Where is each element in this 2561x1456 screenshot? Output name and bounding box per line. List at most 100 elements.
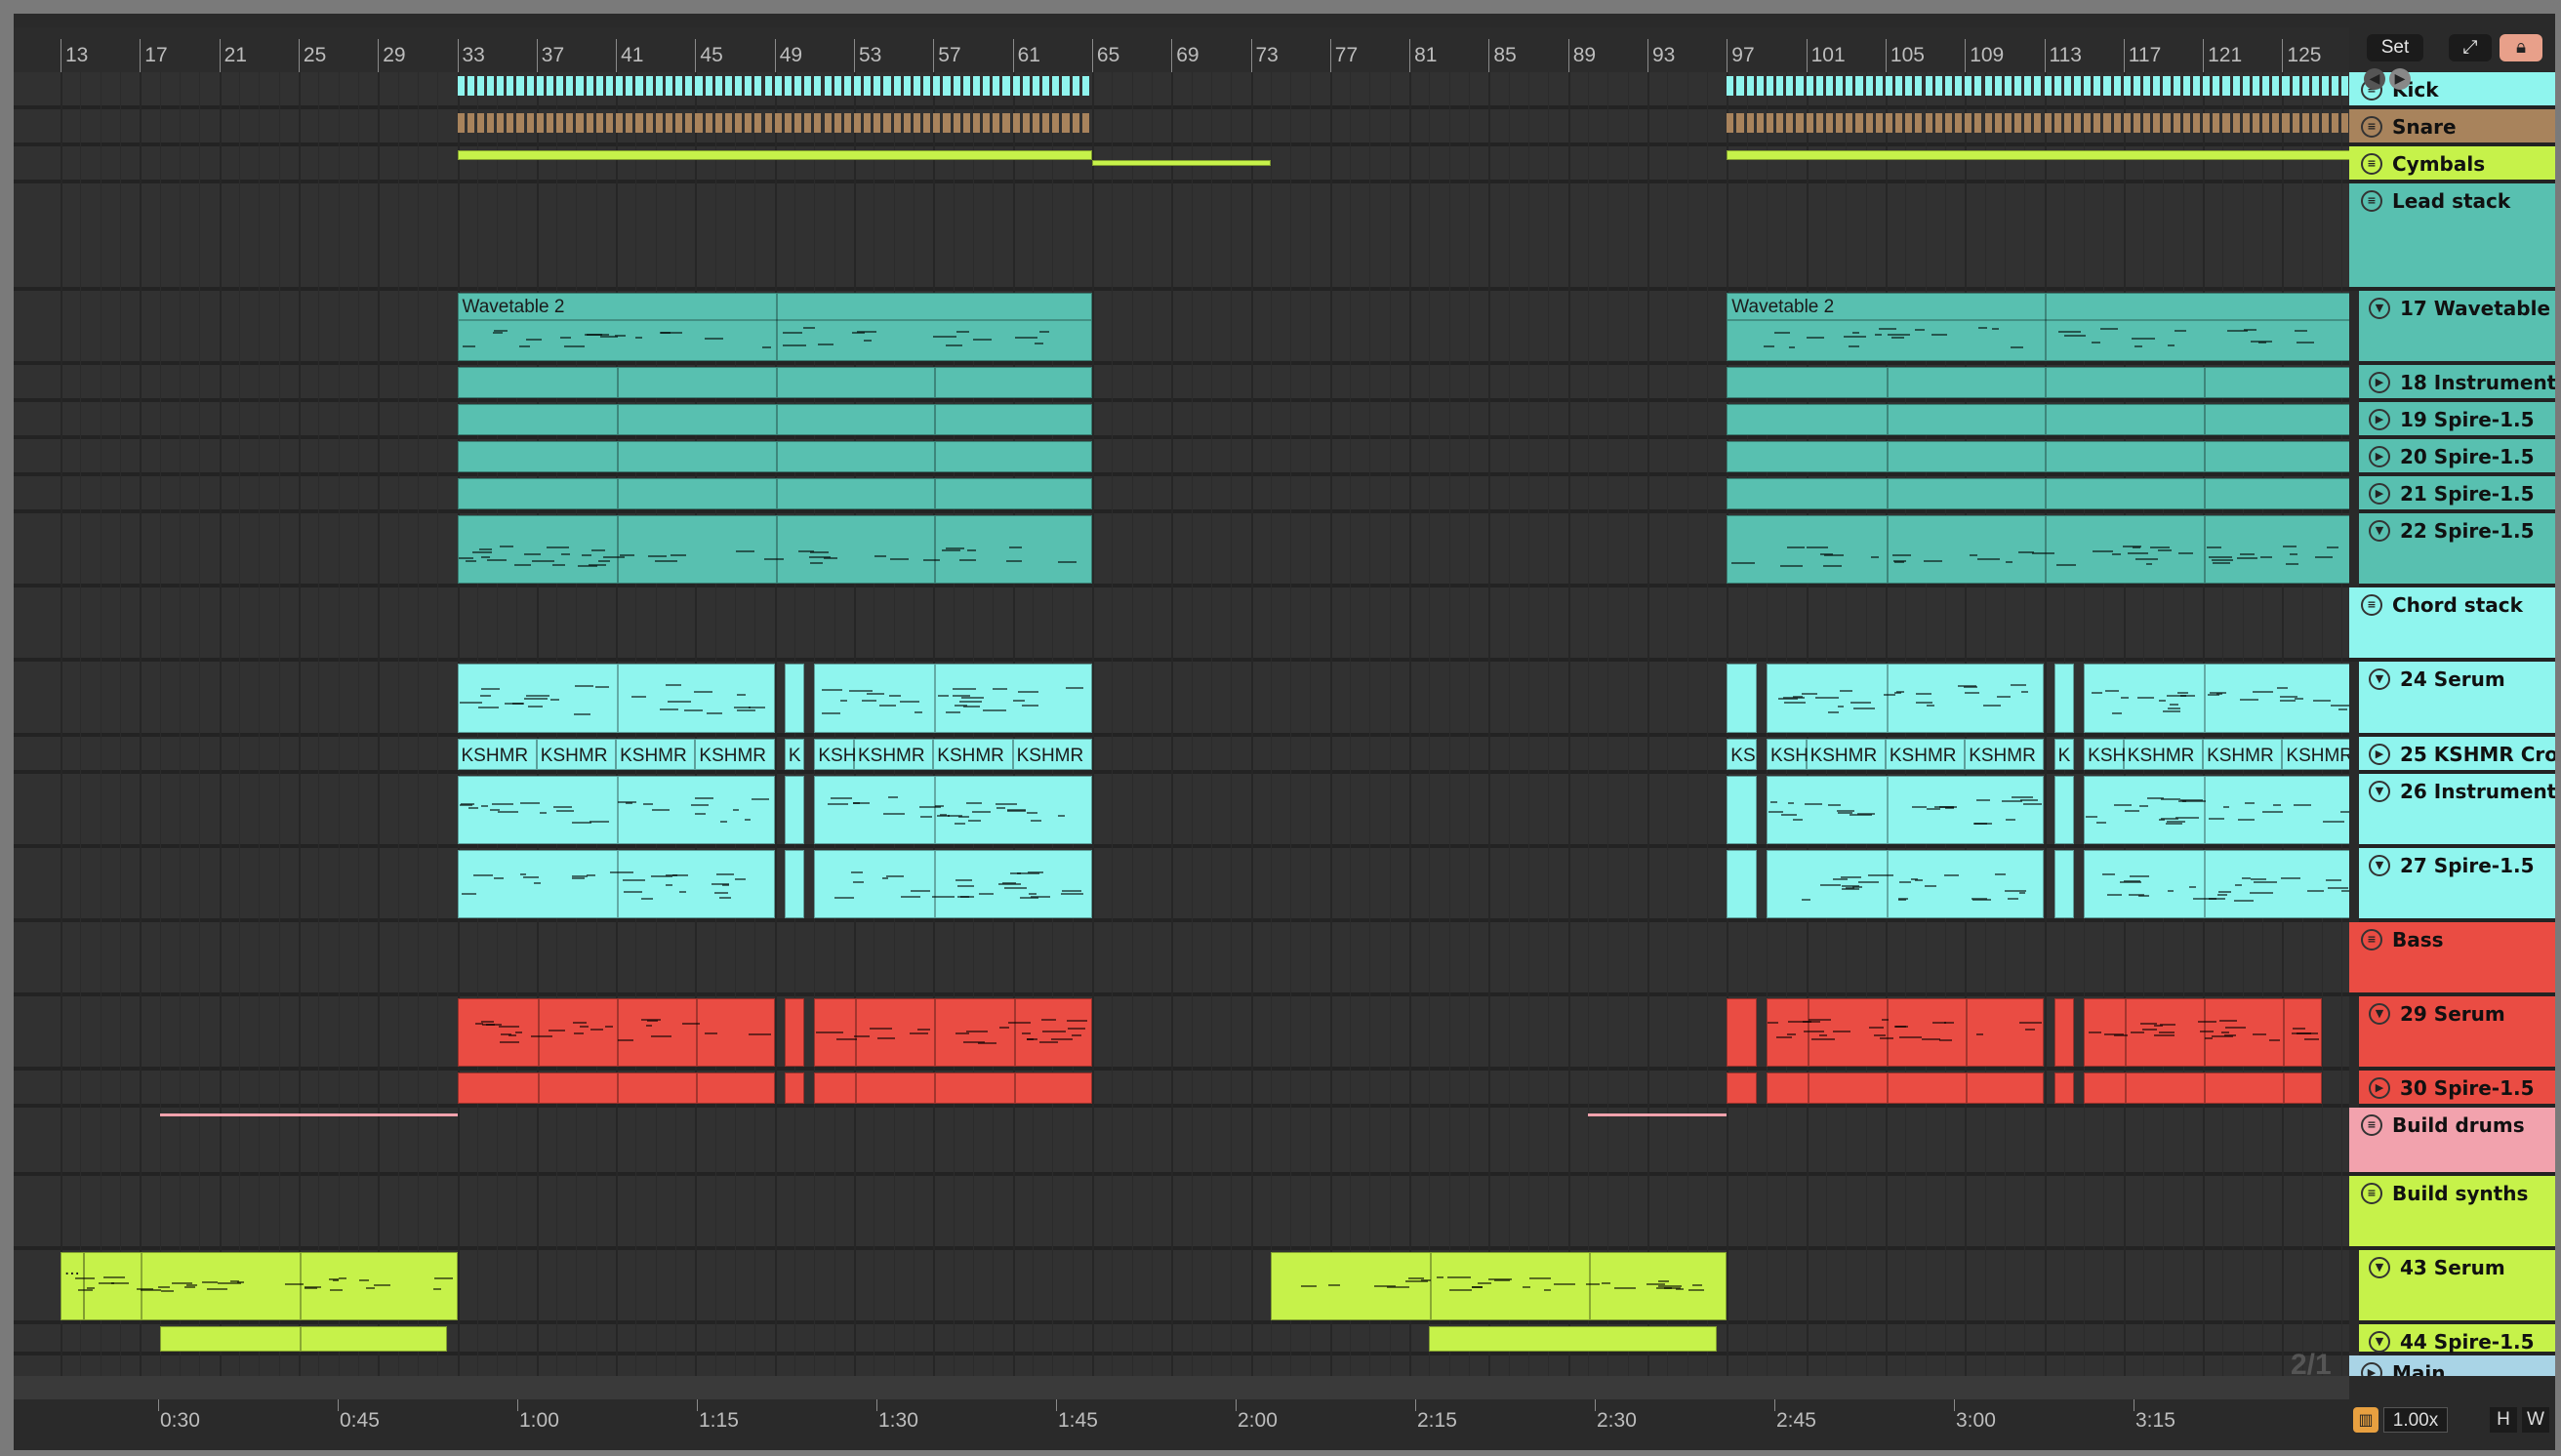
snare-hit[interactable] xyxy=(2034,113,2041,133)
snare-hit[interactable] xyxy=(547,113,553,133)
snare-hit[interactable] xyxy=(715,113,722,133)
play-icon[interactable]: ▶ xyxy=(2369,1077,2390,1099)
kshmr-clip[interactable]: KSH KSHMR KSHMR KSHMR xyxy=(2084,739,2349,770)
kick-hit[interactable] xyxy=(2124,76,2131,96)
track-header[interactable]: ▶ 18 Instrument xyxy=(2359,365,2555,402)
kick-hit[interactable] xyxy=(794,76,801,96)
group-icon[interactable]: ≡ xyxy=(2361,153,2382,175)
snare-hit[interactable] xyxy=(1945,113,1952,133)
chord-clip[interactable] xyxy=(2084,664,2349,733)
track-header[interactable]: ▼ 44 Spire-1.5 xyxy=(2359,1324,2555,1355)
build-synth-clip[interactable] xyxy=(160,1326,448,1352)
kick-hit[interactable] xyxy=(487,76,494,96)
snare-hit[interactable] xyxy=(923,113,930,133)
snare-hit[interactable] xyxy=(2054,113,2061,133)
chord-clip[interactable] xyxy=(785,664,804,733)
kick-hit[interactable] xyxy=(963,76,970,96)
kick-hit[interactable] xyxy=(1855,76,1862,96)
group-icon[interactable]: ≡ xyxy=(2361,190,2382,212)
fold-icon[interactable]: ▼ xyxy=(2369,668,2390,690)
arrangement-lanes[interactable]: Wavetable 2 Wavetable 2 KSHMR KSHMR KSHMR KSH… xyxy=(14,72,2349,1376)
snare-hit[interactable] xyxy=(844,113,851,133)
bass-clip[interactable] xyxy=(1767,1072,2045,1104)
snare-hit[interactable] xyxy=(1042,113,1049,133)
bass-clip[interactable] xyxy=(1727,998,1756,1067)
bass-clip[interactable] xyxy=(458,998,775,1067)
kick-hit[interactable] xyxy=(635,76,642,96)
kshmr-clip[interactable]: KSHMR KSHMR KSHMR KSHMR xyxy=(458,739,775,770)
kick-hit[interactable] xyxy=(943,76,950,96)
kick-hit[interactable] xyxy=(983,76,990,96)
snare-hit[interactable] xyxy=(2322,113,2329,133)
chord-clip[interactable] xyxy=(1727,776,1756,844)
kick-hit[interactable] xyxy=(2243,76,2250,96)
bass-clip[interactable] xyxy=(2054,998,2074,1067)
snare-hit[interactable] xyxy=(854,113,861,133)
kick-hit[interactable] xyxy=(566,76,573,96)
snare-hit[interactable] xyxy=(616,113,623,133)
kick-hit[interactable] xyxy=(2332,76,2338,96)
track-header[interactable]: ▶ 21 Spire-1.5 xyxy=(2359,476,2555,513)
kick-hit[interactable] xyxy=(1807,76,1813,96)
kick-hit[interactable] xyxy=(874,76,880,96)
snare-hit[interactable] xyxy=(1062,113,1069,133)
overview-strip[interactable] xyxy=(14,1376,2349,1399)
snare-hit[interactable] xyxy=(695,113,702,133)
snare-hit[interactable] xyxy=(2084,113,2091,133)
kick-hit[interactable] xyxy=(516,76,523,96)
snare-hit[interactable] xyxy=(2005,113,2012,133)
snare-hit[interactable] xyxy=(2024,113,2031,133)
snare-hit[interactable] xyxy=(2045,113,2052,133)
group-icon[interactable]: ≡ xyxy=(2361,1114,2382,1136)
kick-hit[interactable] xyxy=(754,76,761,96)
kick-hit[interactable] xyxy=(1846,76,1852,96)
snare-hit[interactable] xyxy=(666,113,672,133)
snare-hit[interactable] xyxy=(2134,113,2140,133)
snare-hit[interactable] xyxy=(2203,113,2210,133)
kick-hit[interactable] xyxy=(904,76,911,96)
snare-hit[interactable] xyxy=(685,113,692,133)
snare-hit[interactable] xyxy=(587,113,593,133)
kick-hit[interactable] xyxy=(2322,76,2329,96)
kick-hit[interactable] xyxy=(606,76,613,96)
kick-hit[interactable] xyxy=(814,76,821,96)
kick-hit[interactable] xyxy=(2341,76,2348,96)
chord-clip[interactable] xyxy=(2084,776,2349,844)
snare-hit[interactable] xyxy=(556,113,563,133)
kick-hit[interactable] xyxy=(1836,76,1843,96)
snare-hit[interactable] xyxy=(775,113,782,133)
fold-icon[interactable]: ▼ xyxy=(2369,1257,2390,1278)
kick-hit[interactable] xyxy=(1816,76,1823,96)
snare-hit[interactable] xyxy=(2153,113,2160,133)
track-header[interactable]: ▼ 27 Spire-1.5 xyxy=(2359,848,2555,922)
kick-hit[interactable] xyxy=(2094,76,2100,96)
kick-hit[interactable] xyxy=(954,76,960,96)
kick-hit[interactable] xyxy=(1985,76,1992,96)
kick-hit[interactable] xyxy=(1013,76,1020,96)
snare-hit[interactable] xyxy=(1926,113,1932,133)
kick-hit[interactable] xyxy=(477,76,484,96)
snare-hit[interactable] xyxy=(894,113,901,133)
kick-hit[interactable] xyxy=(675,76,682,96)
kick-hit[interactable] xyxy=(785,76,792,96)
snare-hit[interactable] xyxy=(1816,113,1823,133)
lead-clip[interactable] xyxy=(1727,441,2349,472)
track-header[interactable]: ▼ 43 Serum xyxy=(2359,1250,2555,1324)
kick-hit[interactable] xyxy=(556,76,563,96)
kick-hit[interactable] xyxy=(1905,76,1912,96)
kick-hit[interactable] xyxy=(666,76,672,96)
kick-hit[interactable] xyxy=(1727,76,1733,96)
snare-hit[interactable] xyxy=(785,113,792,133)
snare-hit[interactable] xyxy=(706,113,712,133)
snare-hit[interactable] xyxy=(2074,113,2081,133)
track-header[interactable]: ▼ 26 Instrument xyxy=(2359,774,2555,848)
track-header[interactable]: ▶ 25 KSHMR Cro xyxy=(2359,737,2555,774)
wavetable-clip[interactable]: Wavetable 2 xyxy=(458,293,1092,361)
kick-hit[interactable] xyxy=(695,76,702,96)
snare-hit[interactable] xyxy=(2243,113,2250,133)
track-header[interactable]: ▼ 24 Serum xyxy=(2359,662,2555,737)
build-synth-clip[interactable] xyxy=(1429,1326,1717,1352)
track-header[interactable]: ▼ 22 Spire-1.5 xyxy=(2359,513,2555,587)
kick-hit[interactable] xyxy=(1826,76,1833,96)
kick-hit[interactable] xyxy=(2153,76,2160,96)
